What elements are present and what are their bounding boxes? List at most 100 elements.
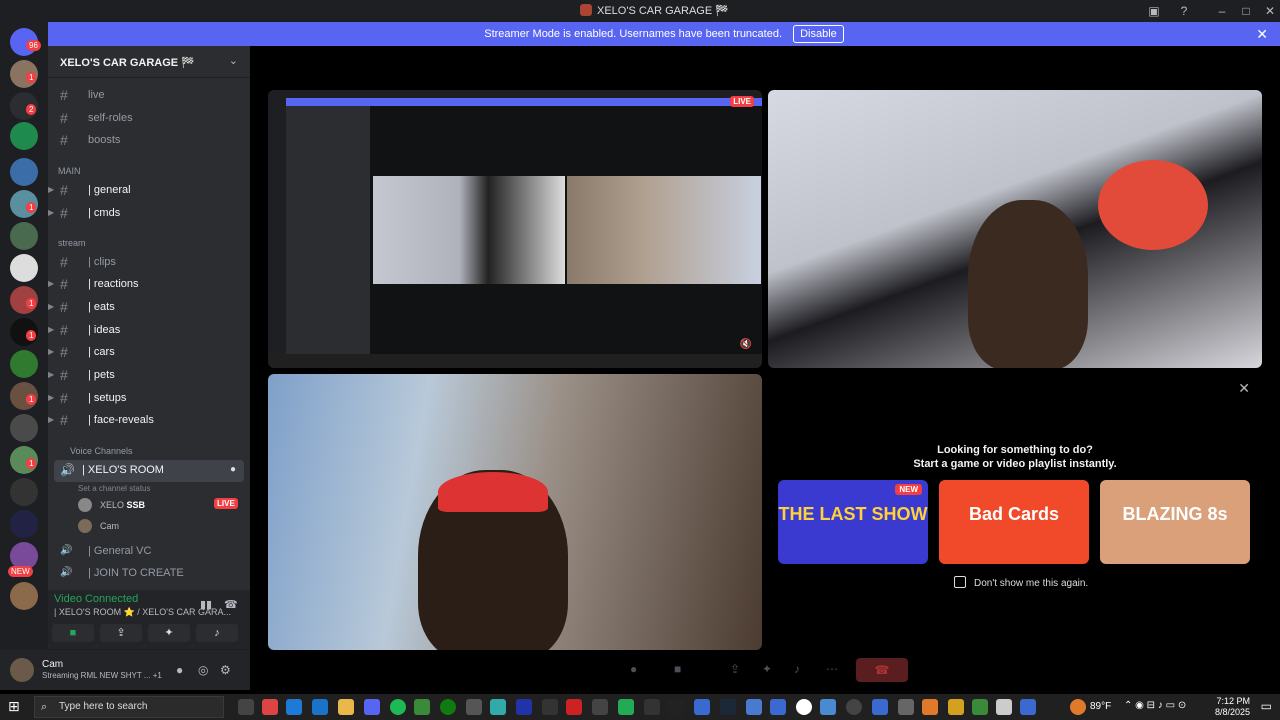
channel-item[interactable]: ▶ # | setups xyxy=(48,388,244,408)
app-icon[interactable] xyxy=(922,699,938,715)
xbox-icon[interactable] xyxy=(440,699,456,715)
chat-icon[interactable]: ● xyxy=(230,464,236,475)
channel-item[interactable]: ▶ # | face-reveals xyxy=(48,410,244,430)
app-icon[interactable] xyxy=(262,699,278,715)
discord-icon[interactable] xyxy=(364,699,380,715)
task-view-icon[interactable] xyxy=(238,699,254,715)
channel-item[interactable]: ▶ # | reactions xyxy=(48,274,244,294)
weather-temp[interactable]: 89°F xyxy=(1090,701,1111,712)
server-icon[interactable] xyxy=(10,158,38,186)
server-icon[interactable] xyxy=(10,582,38,610)
server-icon[interactable] xyxy=(10,350,38,378)
connection-status[interactable]: Video Connected xyxy=(54,593,138,605)
channel-item[interactable]: # self-roles xyxy=(54,108,244,128)
channel-item[interactable]: ▶ # | general xyxy=(48,180,244,200)
video-tile-cam[interactable] xyxy=(268,374,762,650)
tray-icons[interactable]: ⌃ ◉ ⊟ ♪ ▭ ⊙ xyxy=(1124,700,1186,711)
app-icon[interactable] xyxy=(996,699,1012,715)
screen-share-tile[interactable]: LIVE 🔇 xyxy=(268,90,762,368)
mic-icon[interactable]: ● xyxy=(176,663,183,677)
app-icon[interactable] xyxy=(618,699,634,715)
channel-status[interactable]: Set a channel status xyxy=(78,484,151,493)
app-icon[interactable] xyxy=(898,699,914,715)
server-header[interactable]: XELO'S CAR GARAGE 🏁 ⌄ xyxy=(48,46,250,78)
banner-close-icon[interactable]: ✕ xyxy=(1256,22,1268,46)
maximize-icon[interactable]: □ xyxy=(1238,3,1254,19)
app-icon[interactable] xyxy=(542,699,558,715)
screen-share-button[interactable]: ⇪ xyxy=(100,624,142,642)
help-icon[interactable]: ? xyxy=(1176,3,1192,19)
steam-icon[interactable] xyxy=(720,699,736,715)
minimize-icon[interactable]: – xyxy=(1214,3,1230,19)
app-icon[interactable] xyxy=(846,699,862,715)
app-icon[interactable] xyxy=(948,699,964,715)
category-voice[interactable]: Voice Channels xyxy=(70,446,133,456)
game-card[interactable]: THE LAST SHOW NEW xyxy=(778,480,928,564)
app-icon[interactable] xyxy=(516,699,532,715)
app-icon[interactable] xyxy=(668,699,684,715)
app-icon[interactable] xyxy=(566,699,582,715)
weather-icon[interactable] xyxy=(1070,699,1086,715)
channel-item[interactable]: # live xyxy=(54,85,244,105)
leave-call-button[interactable]: ☎ xyxy=(856,658,908,682)
add-server-icon[interactable] xyxy=(10,122,38,150)
video-tile-xelo[interactable] xyxy=(768,90,1262,368)
app-icon[interactable] xyxy=(1020,699,1036,715)
inbox-icon[interactable]: ▣ xyxy=(1146,3,1162,19)
avatar[interactable] xyxy=(10,658,34,682)
app-icon[interactable] xyxy=(644,699,660,715)
voice-channel[interactable]: 🔊 | General VC xyxy=(54,541,244,561)
channel-item[interactable]: ▶ # | ideas xyxy=(48,320,244,340)
app-icon[interactable] xyxy=(972,699,988,715)
app-icon[interactable] xyxy=(466,699,482,715)
camera-icon[interactable]: ■ xyxy=(674,662,681,676)
video-button[interactable]: ■ xyxy=(52,624,94,642)
close-icon[interactable]: ✕ xyxy=(1262,3,1278,19)
activity-icon[interactable]: ✦ xyxy=(762,662,772,676)
voice-channel[interactable]: 🔊 | JOIN TO CREATE xyxy=(54,563,244,583)
voice-channel-active[interactable]: 🔊 | XELO'S ROOM ● xyxy=(54,460,244,482)
volume-icon[interactable]: 🔇 xyxy=(740,339,752,350)
channel-item[interactable]: # | clips xyxy=(54,252,244,272)
screen-share-icon[interactable]: ⇪ xyxy=(730,662,740,676)
server-icon[interactable] xyxy=(10,510,38,538)
outlook-icon[interactable] xyxy=(312,699,328,715)
app-icon[interactable] xyxy=(770,699,786,715)
server-icon[interactable] xyxy=(10,254,38,282)
more-icon[interactable]: ⋯ xyxy=(826,662,838,676)
game-card[interactable]: BLAZING 8s xyxy=(1100,480,1250,564)
disconnect-icon[interactable]: ☎ xyxy=(224,598,238,611)
edge-icon[interactable] xyxy=(286,699,302,715)
server-icon[interactable] xyxy=(10,478,38,506)
app-icon[interactable] xyxy=(796,699,812,715)
channel-item[interactable]: ▶ # | cars xyxy=(48,342,244,362)
app-icon[interactable] xyxy=(694,699,710,715)
app-icon[interactable] xyxy=(414,699,430,715)
channel-item[interactable]: ▶ # | pets xyxy=(48,365,244,385)
channel-item[interactable]: # boosts xyxy=(54,130,244,150)
file-explorer-icon[interactable] xyxy=(338,699,354,715)
server-icon[interactable] xyxy=(10,414,38,442)
app-icon[interactable] xyxy=(746,699,762,715)
chevron-down-icon[interactable]: ⌄ xyxy=(229,54,238,67)
notification-icon[interactable]: ▭ xyxy=(1261,699,1272,713)
gear-icon[interactable]: ⚙ xyxy=(220,663,231,677)
dont-show-checkbox[interactable]: Don't show me this again. xyxy=(954,576,1088,589)
windows-start-icon[interactable]: ⊞ xyxy=(8,698,24,714)
spotify-icon[interactable] xyxy=(390,699,406,715)
category-stream[interactable]: stream xyxy=(58,238,86,248)
soundboard-button[interactable]: ♪ xyxy=(196,624,238,642)
checkbox-icon[interactable] xyxy=(954,576,966,588)
soundboard-icon[interactable]: ♪ xyxy=(794,662,800,676)
disable-button[interactable]: Disable xyxy=(793,25,844,43)
app-icon[interactable] xyxy=(820,699,836,715)
category-main[interactable]: MAIN xyxy=(58,166,81,176)
signal-icon[interactable]: ▮▮ xyxy=(200,598,212,611)
clock[interactable]: 7:12 PM 8/8/2025 xyxy=(1215,696,1250,718)
app-icon[interactable] xyxy=(872,699,888,715)
app-icon[interactable] xyxy=(490,699,506,715)
mic-icon[interactable]: ● xyxy=(630,662,637,676)
close-icon[interactable]: ✕ xyxy=(1238,380,1250,397)
activity-button[interactable]: ✦ xyxy=(148,624,190,642)
headphones-icon[interactable]: ◎ xyxy=(198,663,208,677)
